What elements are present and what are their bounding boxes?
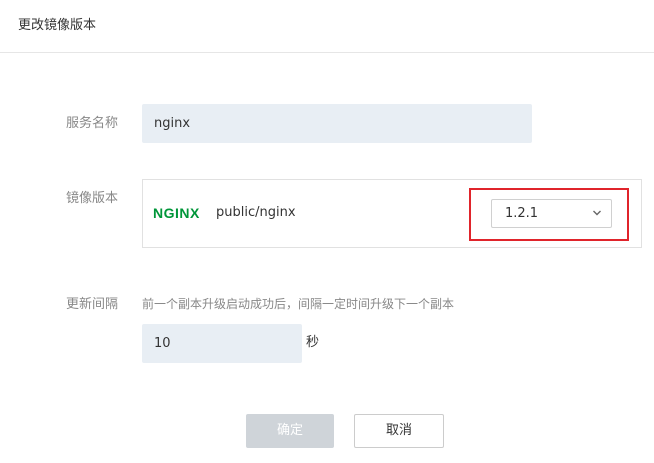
dialog-header: 更改镜像版本 [0,0,654,53]
service-name-label: 服务名称 [66,116,119,131]
service-name-value: nginx [154,115,191,131]
update-interval-hint: 前一个副本升级启动成功后，间隔一定时间升级下一个副本 [142,297,455,311]
nginx-logo-icon: NGINX [153,205,200,221]
highlight-box [469,188,629,241]
update-interval-unit: 秒 [306,335,320,350]
update-interval-label: 更新间隔 [66,297,119,312]
confirm-button[interactable]: 确定 [246,414,334,448]
service-name-field: nginx [142,104,532,143]
cancel-button[interactable]: 取消 [354,414,444,448]
update-interval-value: 10 [154,335,171,351]
image-version-label: 镜像版本 [66,191,119,206]
nginx-logo-text: NGINX [153,205,200,221]
dialog-title: 更改镜像版本 [18,18,97,33]
update-interval-input[interactable]: 10 [142,324,302,363]
image-name: public/nginx [216,205,296,220]
